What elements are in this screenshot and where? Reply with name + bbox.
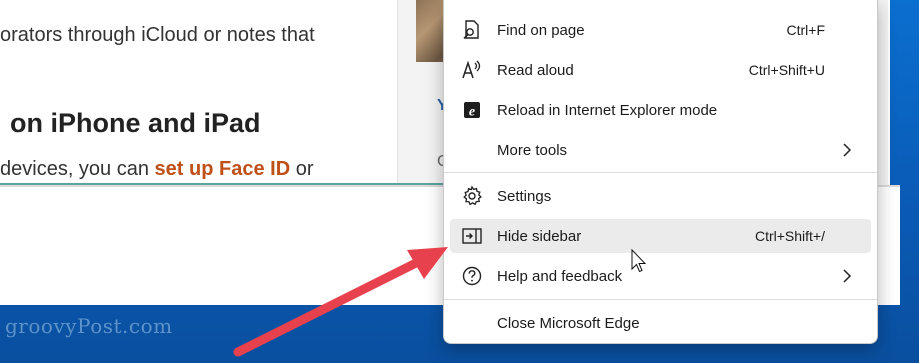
menu-item-close-microsoft-edge[interactable]: Close Microsoft Edge [450, 306, 871, 340]
read-aloud-icon [459, 58, 485, 82]
menu-item-settings[interactable]: Settings [450, 179, 871, 213]
menu-item-more-tools[interactable]: More tools [450, 133, 871, 167]
menu-item-label: More tools [497, 141, 568, 159]
article-heading: on iPhone and iPad [10, 108, 261, 138]
sidebar-icon [459, 224, 485, 248]
chevron-right-icon [843, 269, 852, 283]
menu-item-shortcut: Ctrl+F [786, 22, 826, 38]
menu-item-read-aloud[interactable]: Read aloud Ctrl+Shift+U [450, 53, 871, 87]
internet-explorer-icon: e [459, 98, 485, 122]
find-on-page-icon [459, 18, 485, 42]
article-text-suffix: or [295, 158, 314, 180]
menu-item-help-and-feedback[interactable]: Help and feedback [450, 259, 871, 293]
article-text-prefix: devices, you can [0, 158, 149, 180]
menu-item-find-on-page[interactable]: Find on page Ctrl+F [450, 13, 871, 47]
menu-item-shortcut: Ctrl+Shift+U [748, 62, 825, 78]
help-icon [459, 264, 485, 288]
article-text-line: orators through iCloud or notes that [0, 24, 315, 46]
gear-icon [459, 184, 485, 208]
svg-text:e: e [469, 105, 475, 120]
menu-item-label: Reload in Internet Explorer mode [497, 101, 718, 119]
menu-separator [444, 299, 877, 300]
menu-item-reload-ie-mode[interactable]: e Reload in Internet Explorer mode [450, 93, 871, 127]
menu-item-label: Read aloud [497, 61, 574, 79]
menu-item-hide-sidebar[interactable]: Hide sidebar Ctrl+Shift+/ [450, 219, 871, 253]
settings-and-more-menu: Find on page Ctrl+F Read aloud Ctrl+Shif… [443, 0, 878, 344]
menu-item-label: Settings [497, 187, 552, 205]
article-text-line: devices, you can set up Face ID or [0, 158, 314, 181]
menu-item-label: Close Microsoft Edge [497, 314, 640, 332]
chevron-right-icon [843, 143, 852, 157]
menu-item-label: Hide sidebar [497, 227, 582, 245]
watermark: groovyPost.com [5, 314, 173, 338]
menu-item-shortcut: Ctrl+Shift+/ [754, 228, 825, 244]
menu-item-label: Find on page [497, 21, 585, 39]
face-id-link[interactable]: set up Face ID [155, 158, 291, 180]
menu-item-label: Help and feedback [497, 267, 623, 285]
menu-separator [444, 172, 877, 173]
